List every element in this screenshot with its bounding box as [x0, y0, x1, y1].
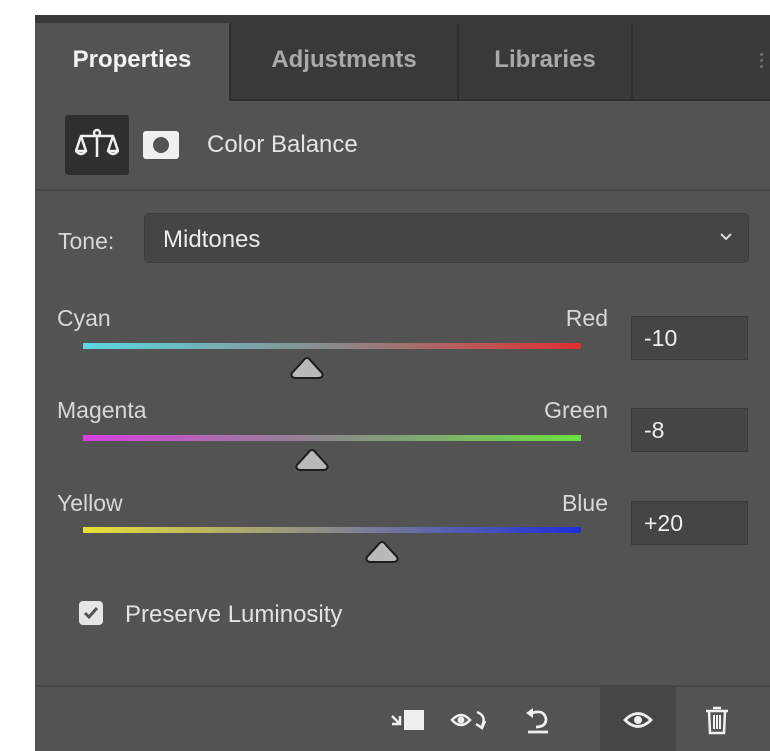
tone-select[interactable]: Midtones — [144, 213, 749, 263]
slider-left-label: Cyan — [57, 305, 111, 331]
slider-left-label: Magenta — [57, 397, 147, 423]
magenta-green-slider-track[interactable] — [83, 435, 581, 441]
mask-icon[interactable] — [143, 131, 179, 159]
magenta-green-slider-thumb[interactable] — [294, 448, 330, 472]
preserve-luminosity-checkbox[interactable] — [79, 601, 103, 625]
slider-left-label: Yellow — [57, 490, 123, 516]
color-balance-icon[interactable] — [65, 115, 129, 175]
tab-properties[interactable]: Properties — [35, 23, 231, 101]
preserve-luminosity-label[interactable]: Preserve Luminosity — [125, 601, 342, 629]
view-previous-state-icon[interactable] — [441, 687, 501, 751]
yellow-blue-value-field[interactable] — [631, 501, 748, 545]
slider-right-label: Green — [544, 397, 608, 423]
properties-panel: Properties Adjustments Libraries Color B… — [35, 15, 770, 751]
cyan-red-slider-thumb[interactable] — [289, 356, 325, 380]
cyan-red-value-field[interactable] — [631, 316, 748, 360]
tab-libraries[interactable]: Libraries — [459, 23, 633, 101]
chevron-down-icon — [718, 229, 734, 250]
panel-footer — [35, 685, 770, 751]
cyan-red-slider-track[interactable] — [83, 343, 581, 349]
visibility-icon[interactable] — [600, 687, 676, 751]
tone-selected-value: Midtones — [163, 226, 261, 253]
tab-bar: Properties Adjustments Libraries — [35, 15, 770, 101]
magenta-green-value-field[interactable] — [631, 408, 748, 452]
tone-label: Tone: — [58, 228, 115, 254]
slider-right-label: Blue — [561, 490, 608, 516]
yellow-blue-slider-thumb[interactable] — [364, 540, 400, 564]
tab-adjustments[interactable]: Adjustments — [231, 23, 459, 101]
adjustment-title: Color Balance — [207, 131, 358, 158]
panel-menu-icon[interactable] — [760, 53, 764, 73]
reset-icon[interactable] — [508, 687, 568, 751]
slider-right-label: Red — [565, 305, 608, 331]
delete-icon[interactable] — [687, 687, 747, 751]
yellow-blue-slider-track[interactable] — [83, 527, 581, 533]
adjustment-header: Color Balance — [35, 101, 770, 191]
clip-to-layer-icon[interactable] — [378, 687, 438, 751]
